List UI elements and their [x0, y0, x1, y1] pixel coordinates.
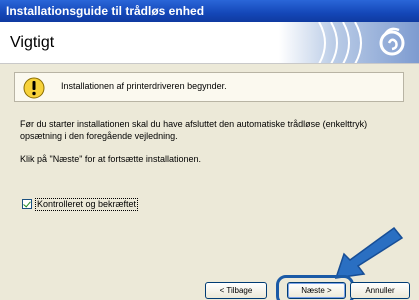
window-title: Installationsguide til trådløs enhed: [0, 0, 419, 22]
wireless-logo-icon: [279, 22, 419, 63]
dialog-header: Vigtigt: [0, 22, 419, 64]
confirm-checkbox-label[interactable]: Kontrolleret og bekræftet: [35, 197, 139, 211]
dialog-content: Installationen af printerdriveren begynd…: [0, 64, 419, 300]
warning-icon: [23, 77, 45, 99]
next-button[interactable]: Næste >: [287, 282, 346, 299]
page-title: Vigtigt: [10, 34, 55, 51]
next-instruction: Klik på "Næste" for at fortsætte install…: [20, 154, 201, 164]
instruction-paragraph: Før du starter installationen skal du ha…: [20, 119, 368, 141]
confirm-checkbox[interactable]: [22, 199, 32, 209]
cancel-button[interactable]: Annuller: [350, 282, 410, 299]
warning-box: Installationen af printerdriveren begynd…: [14, 72, 404, 102]
warning-text: Installationen af printerdriveren begynd…: [61, 81, 227, 91]
back-button[interactable]: < Tilbage: [205, 282, 267, 299]
confirm-checkbox-row[interactable]: Kontrolleret og bekræftet: [22, 197, 139, 211]
